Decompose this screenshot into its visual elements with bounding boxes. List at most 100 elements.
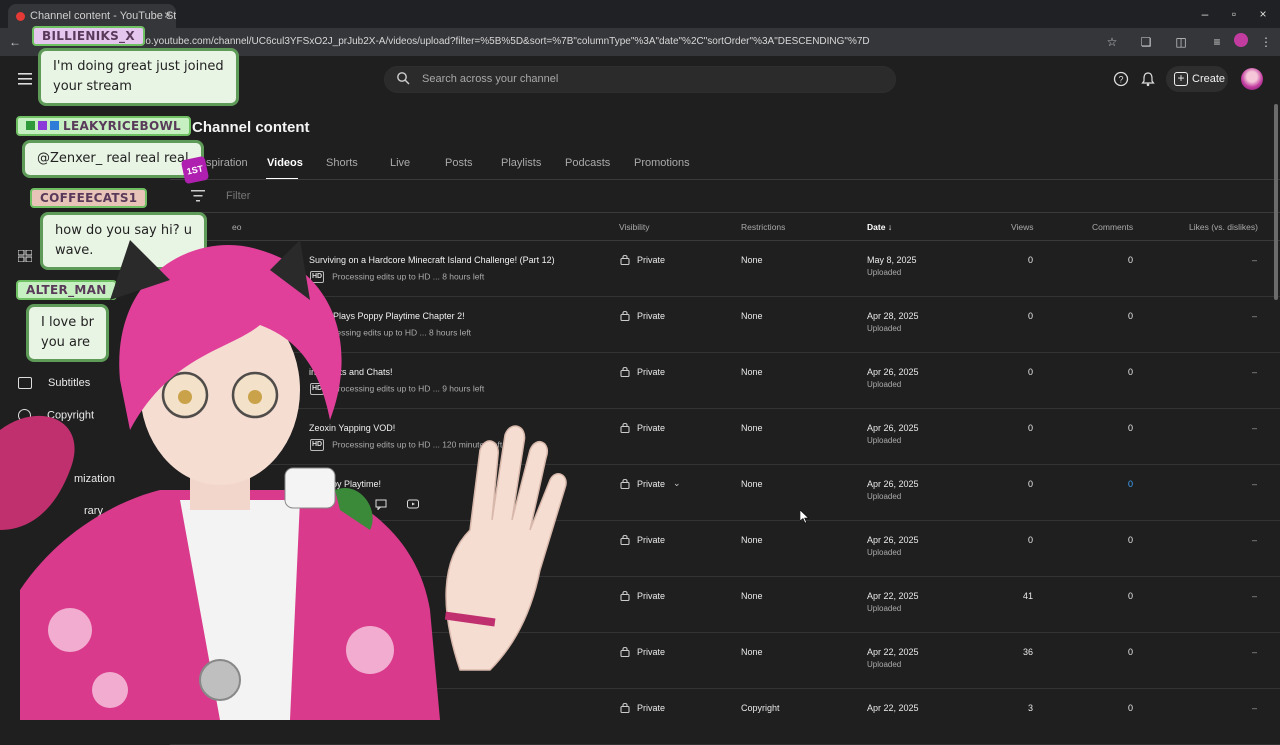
lock-icon [620, 590, 630, 601]
chat-message-line: your stream [53, 79, 132, 94]
comments-value: 0 [1127, 255, 1133, 265]
visibility-value[interactable]: Private [637, 423, 665, 433]
notifications-bell-icon[interactable] [1140, 71, 1156, 87]
minimize-icon[interactable]: – [1198, 7, 1212, 21]
cat-plush [284, 467, 336, 509]
restore-icon[interactable]: ▫ [1227, 7, 1241, 21]
badge-icon [26, 121, 35, 130]
tab-posts[interactable]: Posts [445, 157, 473, 169]
visibility-value[interactable]: Private [637, 367, 665, 377]
profile-avatar-icon[interactable] [1233, 33, 1249, 50]
badge-icon [38, 121, 47, 130]
create-plus-icon: + [1174, 72, 1188, 86]
chat-message-line: @Zenxer_ real real real [37, 151, 189, 166]
comments-value: 0 [1127, 367, 1133, 377]
visibility-value[interactable]: Private [637, 647, 665, 657]
tab-videos[interactable]: Videos [267, 157, 303, 169]
chat-message: @Zenxer_ real real real [22, 140, 204, 178]
column-header-likes[interactable]: Likes (vs. dislikes) [1189, 222, 1258, 232]
extensions-icon[interactable]: ❏ [1138, 35, 1154, 49]
views-value: 0 [1027, 311, 1033, 321]
page-title: Channel content [192, 119, 310, 136]
column-header-date-label: Date [867, 222, 886, 232]
column-header-restrictions[interactable]: Restrictions [741, 222, 785, 232]
divider [170, 212, 1280, 213]
column-header-visibility[interactable]: Visibility [619, 222, 650, 232]
restrictions-value: None [741, 479, 763, 489]
lock-icon [620, 702, 630, 713]
tab-shorts[interactable]: Shorts [326, 157, 358, 169]
restrictions-value: None [741, 255, 763, 265]
filter-input[interactable]: Filter [226, 190, 250, 202]
svg-text:?: ? [1118, 75, 1123, 85]
views-value: 0 [1027, 255, 1033, 265]
visibility-value[interactable]: Private [637, 311, 665, 321]
restrictions-value: None [741, 423, 763, 433]
search-input[interactable]: Search across your channel [422, 73, 558, 85]
media-control-icon[interactable]: ≡ [1209, 35, 1225, 49]
filter-icon[interactable] [191, 190, 205, 202]
tab-promotions[interactable]: Promotions [634, 157, 690, 169]
date-value: Apr 28, 2025 [867, 311, 919, 321]
avatar-pendant [199, 659, 241, 701]
comments-value: 0 [1127, 591, 1133, 601]
date-status: Uploaded [867, 380, 902, 389]
tab-inspiration[interactable]: spiration [206, 157, 248, 169]
lock-icon [620, 310, 630, 321]
help-icon[interactable]: ? [1113, 71, 1129, 87]
chat-username: BILLIENIKS_X [32, 26, 145, 46]
tab-close-icon[interactable]: × [164, 8, 171, 22]
visibility-value[interactable]: Private [637, 703, 665, 713]
search-icon [397, 72, 410, 85]
date-value: Apr 26, 2025 [867, 479, 919, 489]
chat-message-line: I'm doing great just joined [53, 59, 224, 74]
date-value: May 8, 2025 [867, 255, 917, 265]
browser-tab-title: Channel content - YouTube St [30, 10, 176, 22]
tab-podcasts[interactable]: Podcasts [565, 157, 610, 169]
divider [170, 179, 1280, 180]
comments-value: 0 [1127, 423, 1133, 433]
date-value: Apr 22, 2025 [867, 703, 919, 713]
scrollbar[interactable] [1274, 104, 1278, 300]
date-value: Apr 22, 2025 [867, 647, 919, 657]
lock-icon [620, 366, 630, 377]
views-value: 0 [1027, 535, 1033, 545]
column-header-views[interactable]: Views [1011, 222, 1034, 232]
likes-value: – [1251, 255, 1257, 265]
visibility-value[interactable]: Private [637, 591, 665, 601]
comments-value: 0 [1127, 535, 1133, 545]
column-header-date[interactable]: Date ↓ [867, 222, 892, 232]
lock-icon [620, 478, 630, 489]
tab-live[interactable]: Live [390, 157, 410, 169]
vtuber-avatar [0, 240, 567, 720]
lock-icon [620, 254, 630, 265]
youtube-studio-favicon-icon [16, 12, 25, 21]
tab-playlists[interactable]: Playlists [501, 157, 541, 169]
visibility-value[interactable]: Private [637, 255, 665, 265]
bookmark-star-icon[interactable]: ☆ [1104, 35, 1120, 49]
cast-icon[interactable]: ◫ [1173, 35, 1189, 49]
visibility-value[interactable]: Private [637, 535, 665, 545]
date-status: Uploaded [867, 492, 902, 501]
back-arrow-icon[interactable]: ← [7, 35, 23, 49]
channel-avatar[interactable] [1241, 68, 1263, 90]
restrictions-value: None [741, 311, 763, 321]
date-value: Apr 26, 2025 [867, 423, 919, 433]
mouse-cursor-icon [800, 510, 810, 524]
views-value: 41 [1022, 591, 1033, 601]
hamburger-menu-icon[interactable] [18, 73, 32, 85]
comments-value: 0 [1127, 703, 1133, 713]
chevron-down-icon[interactable]: ⌄ [673, 478, 681, 489]
restrictions-value[interactable]: Copyright [741, 703, 780, 713]
likes-value: – [1251, 591, 1257, 601]
url-field[interactable]: udio.youtube.com/channel/UC6cul3YFSxO2J_… [132, 36, 870, 47]
date-status: Uploaded [867, 268, 902, 277]
views-value: 36 [1022, 647, 1033, 657]
views-value: 0 [1027, 423, 1033, 433]
visibility-value[interactable]: Private [637, 479, 665, 489]
comments-value[interactable]: 0 [1070, 479, 1133, 489]
browser-tab[interactable]: Channel content - YouTube St × [8, 4, 176, 28]
close-window-icon[interactable]: × [1256, 7, 1270, 21]
browser-menu-icon[interactable]: ⋮ [1258, 35, 1274, 49]
column-header-comments[interactable]: Comments [1092, 222, 1133, 232]
